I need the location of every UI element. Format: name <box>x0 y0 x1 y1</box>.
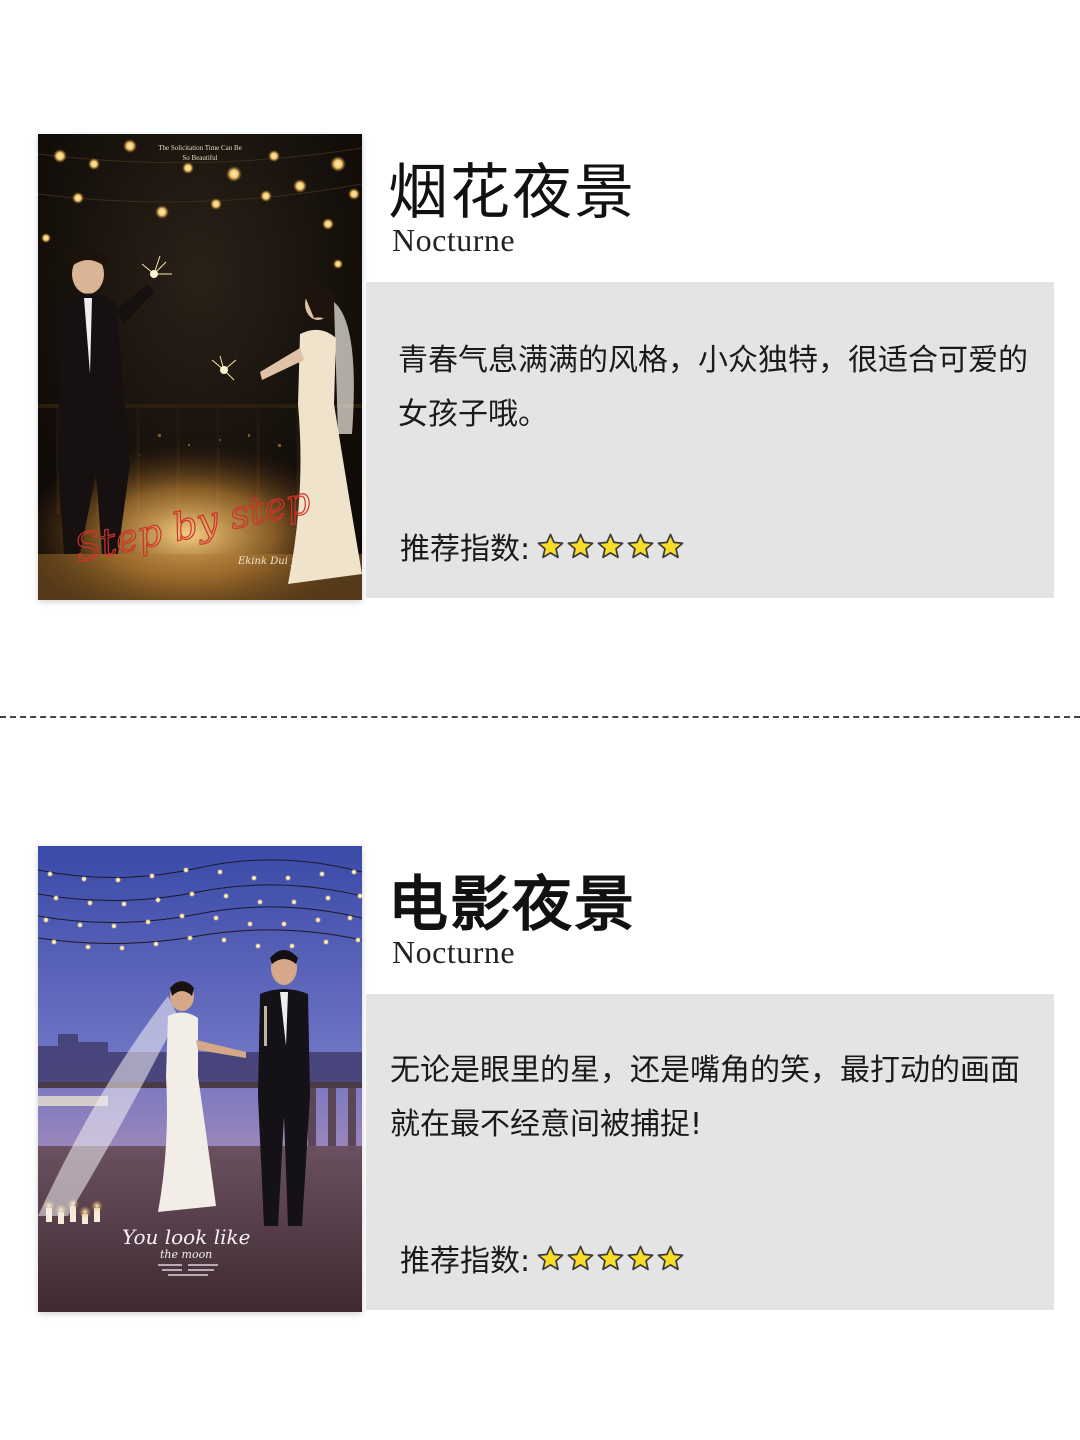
style-card-fireworks-night: The Solicitation Time Can Be So Beautifu… <box>0 130 1080 610</box>
star-icon <box>657 1245 684 1270</box>
movie-night-photo-illustration: You look like the moon <box>38 846 362 1312</box>
recommendation-rating: 推荐指数: <box>400 1236 686 1280</box>
rating-stars <box>536 1244 686 1273</box>
style-description: 青春气息满满的风格，小众独特，很适合可爱的女孩子哦。 <box>398 343 1028 432</box>
star-icon <box>627 1245 654 1270</box>
dashed-divider <box>0 716 1080 718</box>
photo-overlay-caption-line2: So Beautiful <box>182 154 217 162</box>
movie-night-photo: You look like the moon <box>38 846 362 1312</box>
style-subtitle: Nocturne <box>392 934 516 970</box>
star-icon <box>537 1245 564 1270</box>
star-icon <box>627 533 654 558</box>
recommendation-rating: 推荐指数: <box>400 524 686 568</box>
rating-label: 推荐指数: <box>400 1244 531 1279</box>
photo-script-text: You look like <box>122 1225 250 1249</box>
star-icon <box>597 1245 624 1270</box>
style-description: 无论是眼里的星，还是嘴角的笑，最打动的画面就在最不经意间被捕捉! <box>390 1053 1020 1142</box>
fireworks-night-photo: The Solicitation Time Can Be So Beautifu… <box>38 134 362 600</box>
style-subtitle: Nocturne <box>392 222 516 258</box>
style-title: 烟花夜景 <box>388 158 636 228</box>
fireworks-night-photo-illustration: The Solicitation Time Can Be So Beautifu… <box>38 134 362 600</box>
description-panel: 无论是眼里的星，还是嘴角的笑，最打动的画面就在最不经意间被捕捉! 推荐指数: <box>366 994 1054 1310</box>
style-card-movie-night: You look like the moon 电影夜景 Nocturne 无论是… <box>0 842 1080 1322</box>
star-icon <box>567 1245 594 1270</box>
star-icon <box>597 533 624 558</box>
photo-overlay-caption-line1: The Solicitation Time Can Be <box>158 144 242 152</box>
photo-script-text-2: the moon <box>160 1248 212 1261</box>
rating-label: 推荐指数: <box>400 532 531 567</box>
star-icon <box>657 533 684 558</box>
star-icon <box>567 533 594 558</box>
description-panel: 青春气息满满的风格，小众独特，很适合可爱的女孩子哦。 推荐指数: <box>366 282 1054 598</box>
style-title: 电影夜景 <box>388 870 636 940</box>
star-icon <box>537 533 564 558</box>
photo-signature: Ekink Dui you <box>237 556 309 567</box>
rating-stars <box>536 532 686 561</box>
